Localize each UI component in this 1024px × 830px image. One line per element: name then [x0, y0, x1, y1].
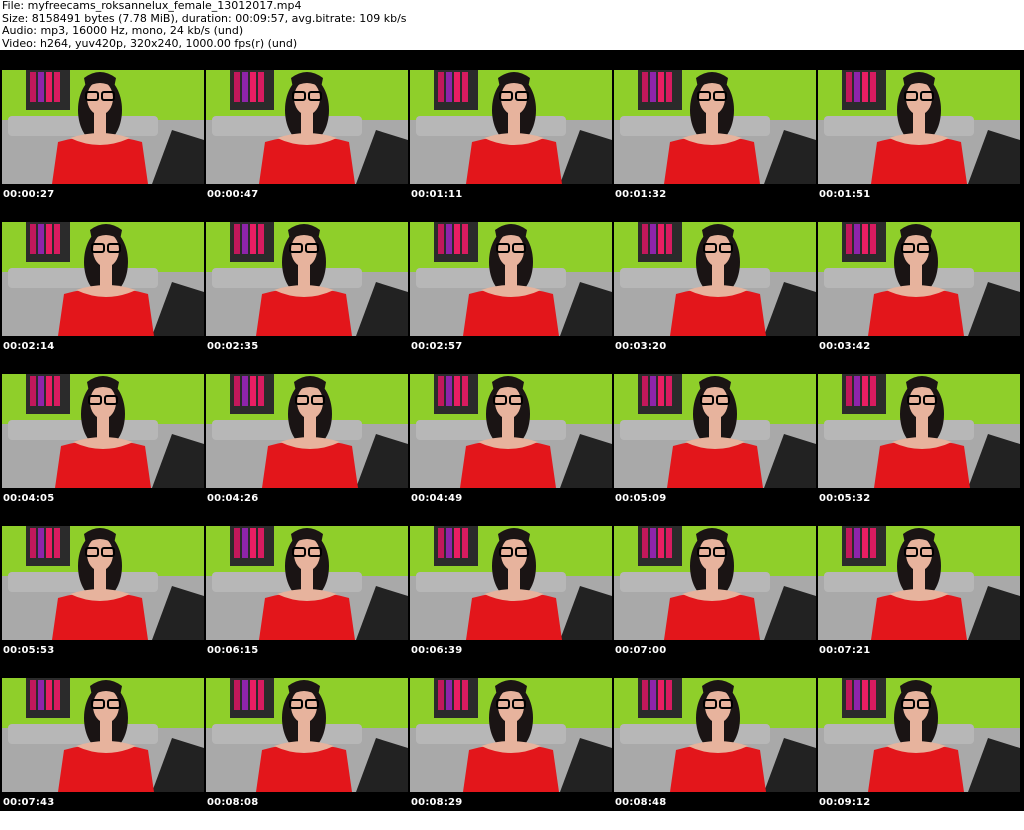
video-frame-image [206, 526, 408, 640]
audio-info-line: Audio: mp3, 16000 Hz, mono, 24 kb/s (und… [2, 24, 244, 37]
timestamp-label: 00:00:47 [207, 189, 259, 200]
contact-sheet: 00:00:27 00:00:47 00:01:11 00:01:32 00:01:51… [0, 50, 1024, 811]
video-frame-image [2, 526, 204, 640]
thumbnail-frame: 00:04:26 [206, 374, 410, 526]
thumbnail-frame: 00:06:39 [410, 526, 614, 678]
video-frame-image [410, 374, 612, 488]
timestamp-label: 00:06:15 [207, 645, 259, 656]
thumbnail-frame: 00:04:49 [410, 374, 614, 526]
timestamp-label: 00:07:00 [615, 645, 667, 656]
thumbnail-frame: 00:07:21 [818, 526, 1022, 678]
thumbnail-frame: 00:01:51 [818, 70, 1022, 222]
video-info-line: Video: h264, yuv420p, 320x240, 1000.00 f… [2, 36, 298, 50]
timestamp-label: 00:08:48 [615, 797, 667, 808]
timestamp-label: 00:08:29 [411, 797, 463, 808]
video-frame-image [614, 374, 816, 488]
video-frame-image [206, 374, 408, 488]
video-frame-image [410, 70, 612, 184]
timestamp-label: 00:03:20 [615, 341, 667, 352]
timestamp-label: 00:00:27 [3, 189, 55, 200]
thumbnail-frame: 00:03:20 [614, 222, 818, 374]
thumbnail-frame: 00:05:32 [818, 374, 1022, 526]
timestamp-label: 00:09:12 [819, 797, 871, 808]
thumbnail-frame: 00:00:47 [206, 70, 410, 222]
thumbnail-frame: 00:02:14 [2, 222, 206, 374]
video-frame-image [818, 526, 1020, 640]
timestamp-label: 00:02:35 [207, 341, 259, 352]
timestamp-label: 00:01:11 [411, 189, 463, 200]
thumbnail-frame: 00:01:11 [410, 70, 614, 222]
timestamp-label: 00:04:26 [207, 493, 259, 504]
video-frame-image [818, 222, 1020, 336]
thumbnail-frame: 00:02:57 [410, 222, 614, 374]
thumbnail-frame: 00:09:12 [818, 678, 1022, 830]
video-frame-image [206, 70, 408, 184]
video-frame-image [2, 374, 204, 488]
timestamp-label: 00:05:09 [615, 493, 667, 504]
thumbnail-frame: 00:06:15 [206, 526, 410, 678]
timestamp-label: 00:07:21 [819, 645, 871, 656]
timestamp-label: 00:01:51 [819, 189, 871, 200]
video-frame-image [818, 678, 1020, 792]
timestamp-label: 00:05:53 [3, 645, 55, 656]
timestamp-label: 00:07:43 [3, 797, 55, 808]
thumbnail-frame: 00:02:35 [206, 222, 410, 374]
video-frame-image [206, 222, 408, 336]
timestamp-label: 00:04:49 [411, 493, 463, 504]
timestamp-label: 00:08:08 [207, 797, 259, 808]
timestamp-label: 00:03:42 [819, 341, 871, 352]
video-frame-image [818, 70, 1020, 184]
thumbnail-frame: 00:01:32 [614, 70, 818, 222]
video-frame-image [614, 678, 816, 792]
timestamp-label: 00:06:39 [411, 645, 463, 656]
video-frame-image [614, 70, 816, 184]
thumbnail-frame: 00:08:48 [614, 678, 818, 830]
file-name-line: File: myfreecams_roksannelux_female_1301… [2, 0, 302, 12]
timestamp-label: 00:02:14 [3, 341, 55, 352]
thumbnail-grid: 00:00:27 00:00:47 00:01:11 00:01:32 00:01:51… [2, 70, 1022, 830]
thumbnail-frame: 00:05:53 [2, 526, 206, 678]
video-frame-image [614, 222, 816, 336]
video-frame-image [410, 678, 612, 792]
thumbnail-frame: 00:05:09 [614, 374, 818, 526]
timestamp-label: 00:02:57 [411, 341, 463, 352]
thumbnail-frame: 00:07:43 [2, 678, 206, 830]
video-frame-image [206, 678, 408, 792]
metadata-header: File: myfreecams_roksannelux_female_1301… [2, 0, 1022, 50]
timestamp-label: 00:01:32 [615, 189, 667, 200]
video-frame-image [818, 374, 1020, 488]
timestamp-label: 00:04:05 [3, 493, 55, 504]
video-frame-image [410, 526, 612, 640]
video-frame-image [2, 70, 204, 184]
video-frame-image [614, 526, 816, 640]
video-frame-image [2, 222, 204, 336]
timestamp-label: 00:05:32 [819, 493, 871, 504]
thumbnail-frame: 00:04:05 [2, 374, 206, 526]
video-frame-image [410, 222, 612, 336]
thumbnail-frame: 00:08:29 [410, 678, 614, 830]
video-frame-image [2, 678, 204, 792]
thumbnail-frame: 00:00:27 [2, 70, 206, 222]
thumbnail-frame: 00:03:42 [818, 222, 1022, 374]
thumbnail-frame: 00:08:08 [206, 678, 410, 830]
thumbnail-frame: 00:07:00 [614, 526, 818, 678]
